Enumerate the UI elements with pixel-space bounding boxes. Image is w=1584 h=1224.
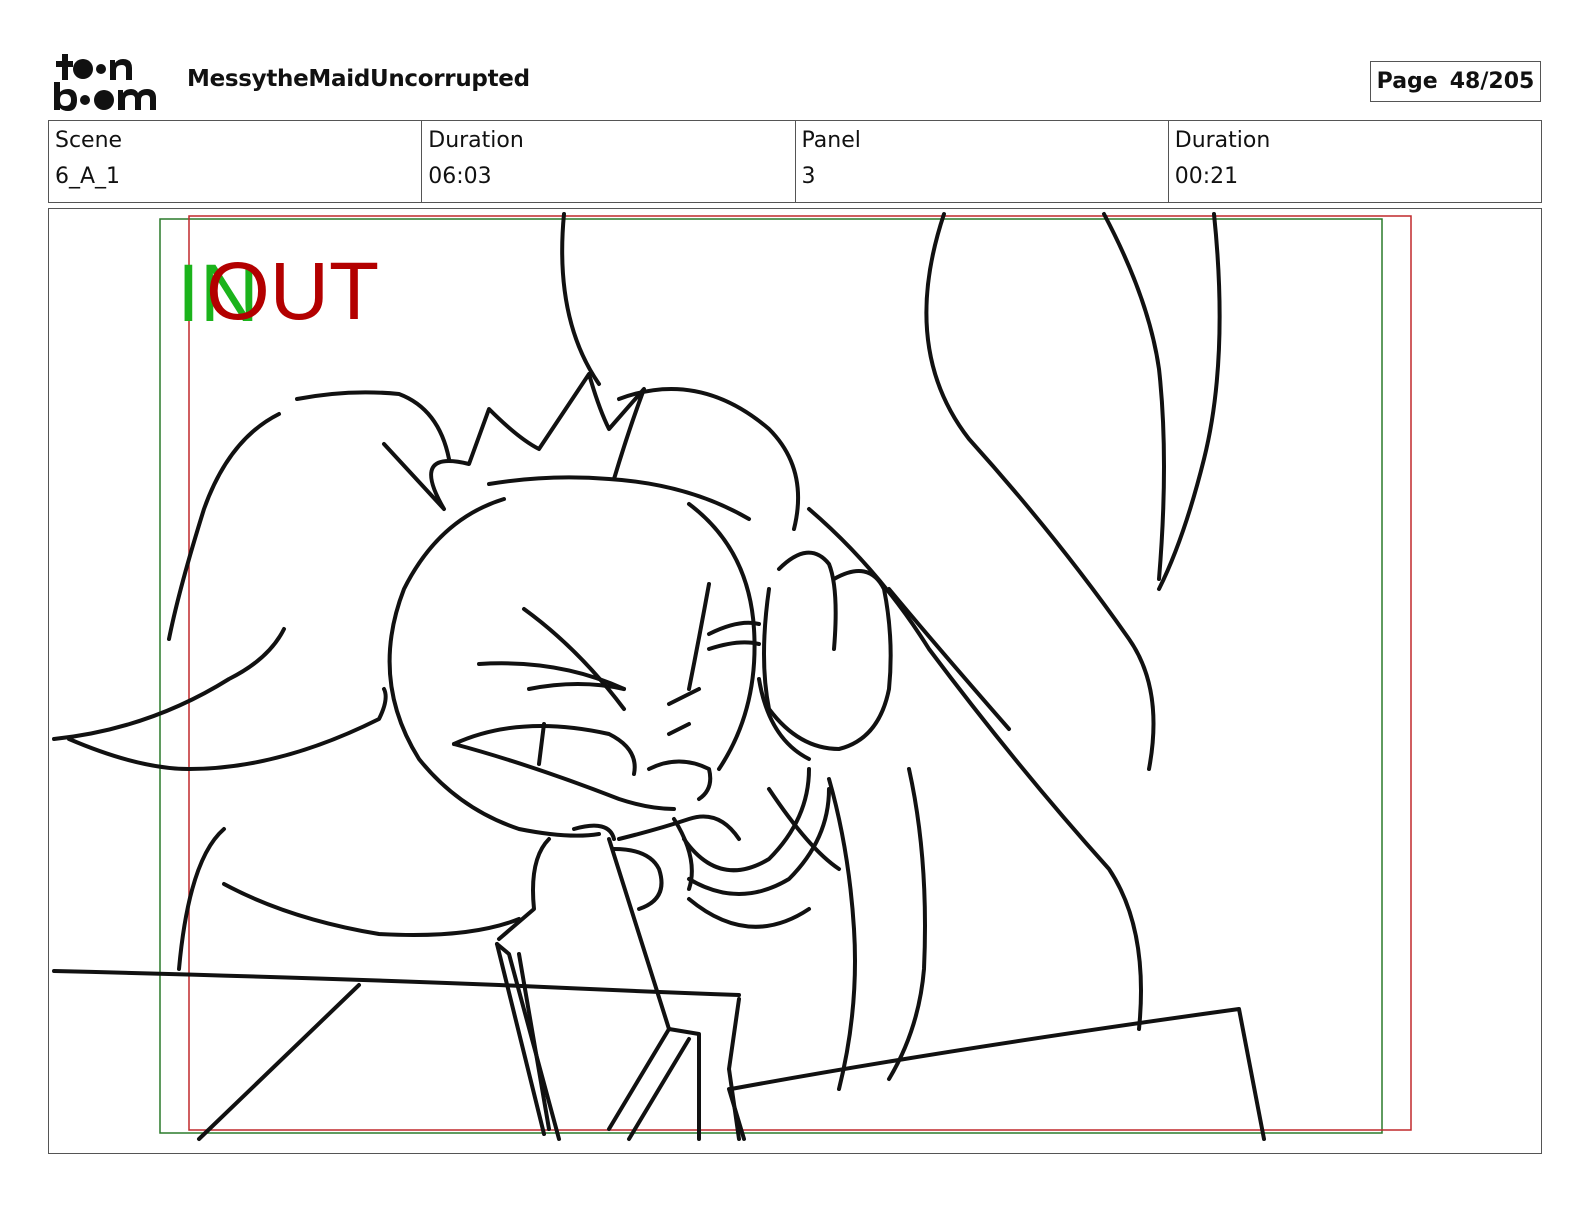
toonboom-logo [54, 54, 156, 111]
out-marker: OUT [206, 246, 379, 337]
scene-duration-value: 06:03 [428, 164, 492, 189]
character-sketch [52, 212, 1266, 1141]
camera-in-frame [159, 218, 1383, 1134]
scene-value: 6_A_1 [55, 164, 121, 189]
page-indicator: Page 48/205 [1370, 61, 1541, 102]
panel-duration-value: 00:21 [1174, 164, 1239, 189]
scene-label: Scene [55, 128, 123, 153]
panel-value: 3 [801, 164, 816, 189]
storyboard-panel: IN OUT [48, 208, 1542, 1154]
camera-out-frame [188, 215, 1412, 1131]
panel-cell: Panel 3 [796, 121, 1169, 202]
scene-duration-label: Duration [428, 128, 524, 153]
panel-duration-cell: Duration 00:21 [1169, 121, 1541, 202]
panel-sketch: IN OUT [52, 212, 1412, 1141]
project-title: MessytheMaidUncorrupted [187, 66, 530, 92]
page-label: Page [1376, 69, 1438, 94]
panel-label: Panel [801, 128, 861, 153]
scene-info-table: Scene 6_A_1 Duration 06:03 Panel 3 Durat… [48, 120, 1542, 203]
scene-cell: Scene 6_A_1 [49, 121, 423, 202]
scene-duration-cell: Duration 06:03 [422, 121, 796, 202]
panel-duration-label: Duration [1174, 128, 1271, 153]
page-number: 48/205 [1449, 69, 1535, 94]
